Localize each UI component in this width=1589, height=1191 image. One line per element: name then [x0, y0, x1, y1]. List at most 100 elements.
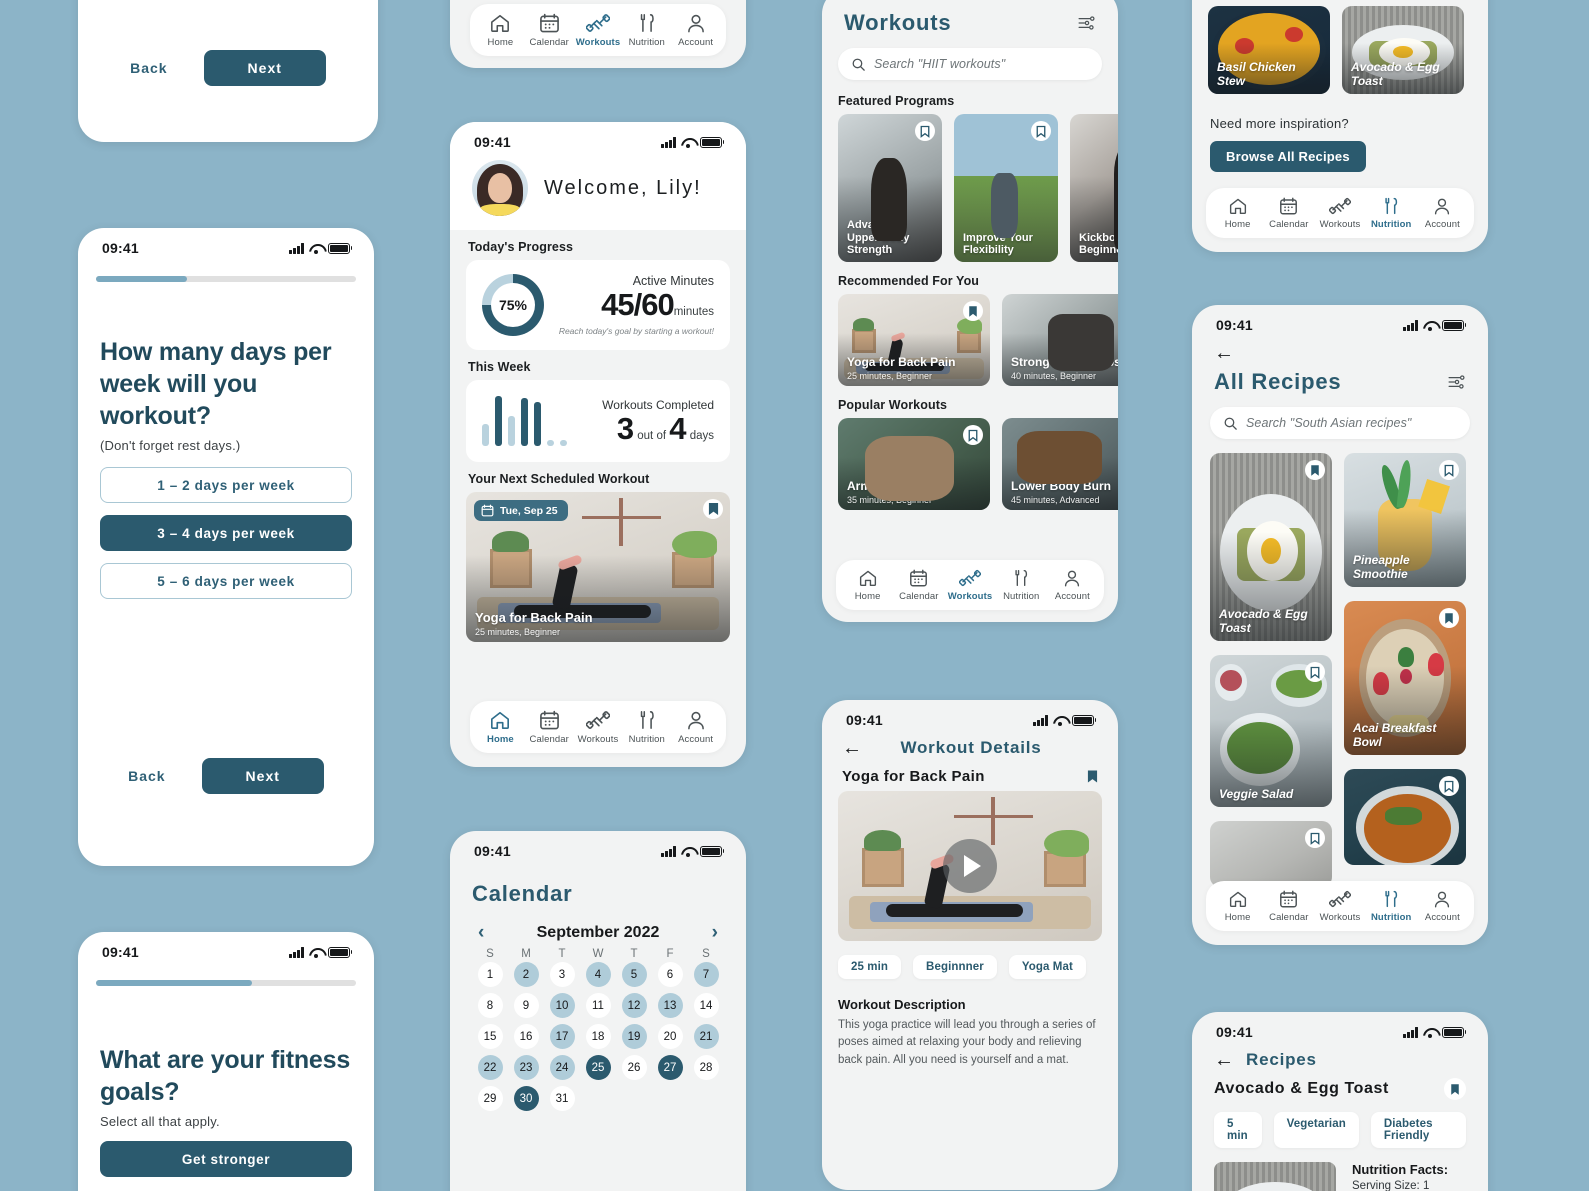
calendar-day[interactable]: 9 — [508, 993, 544, 1018]
calendar-day[interactable]: 30 — [508, 1086, 544, 1111]
next-button[interactable]: Next — [203, 50, 326, 86]
bookmark-button[interactable] — [1439, 608, 1459, 628]
calendar-day[interactable]: 6 — [652, 962, 688, 987]
nav-account[interactable]: Account — [671, 710, 720, 745]
calendar-day[interactable]: 16 — [508, 1024, 544, 1049]
recipe-card[interactable]: Acai Breakfast Bowl — [1344, 601, 1466, 755]
recipe-card[interactable]: Pineapple Smoothie — [1344, 453, 1466, 587]
nav-calendar[interactable]: Calendar — [525, 710, 574, 745]
nav-workouts[interactable]: Workouts — [1314, 890, 1365, 923]
option-3-4-days[interactable]: 3 – 4 days per week — [100, 515, 352, 551]
calendar-day[interactable]: 29 — [472, 1086, 508, 1111]
nav-nutrition[interactable]: Nutrition — [1366, 197, 1417, 230]
nav-home[interactable]: Home — [842, 569, 893, 602]
bookmark-button[interactable] — [703, 499, 723, 519]
calendar-day[interactable]: 25 — [580, 1055, 616, 1080]
program-card[interactable]: Kickboxing for Beginners — [1070, 114, 1118, 262]
calendar-day[interactable]: 31 — [544, 1086, 580, 1111]
nav-account[interactable]: Account — [671, 13, 720, 48]
calendar-day[interactable]: 24 — [544, 1055, 580, 1080]
recipe-card[interactable]: Veggie Salad — [1210, 655, 1332, 807]
recipe-card[interactable]: Avocado & Egg Toast — [1342, 6, 1464, 94]
next-month-button[interactable]: › — [712, 923, 718, 942]
option-get-stronger[interactable]: Get stronger — [100, 1141, 352, 1177]
bookmark-button[interactable] — [1031, 121, 1051, 141]
bookmark-button[interactable] — [963, 425, 983, 445]
back-button[interactable]: Back — [128, 768, 165, 784]
bookmark-button[interactable] — [1439, 776, 1459, 796]
nav-home[interactable]: Home — [1212, 890, 1263, 923]
calendar-day[interactable]: 21 — [688, 1024, 724, 1049]
nav-calendar[interactable]: Calendar — [1263, 890, 1314, 923]
calendar-day[interactable]: 23 — [508, 1055, 544, 1080]
nav-home[interactable]: Home — [476, 13, 525, 48]
browse-all-recipes-button[interactable]: Browse All Recipes — [1210, 141, 1366, 172]
calendar-day[interactable]: 26 — [616, 1055, 652, 1080]
sliders-icon[interactable] — [1448, 375, 1466, 389]
calendar-day[interactable]: 17 — [544, 1024, 580, 1049]
bookmark-button[interactable] — [915, 121, 935, 141]
nav-calendar[interactable]: Calendar — [1263, 197, 1314, 230]
calendar-day[interactable]: 4 — [580, 962, 616, 987]
program-card[interactable]: Improve Your Flexibility — [954, 114, 1058, 262]
calendar-day[interactable]: 12 — [616, 993, 652, 1018]
calendar-day[interactable]: 10 — [544, 993, 580, 1018]
workout-video[interactable] — [838, 791, 1102, 941]
back-button[interactable]: ← — [1192, 337, 1488, 363]
search-input[interactable]: Search "South Asian recipes" — [1210, 407, 1470, 439]
nav-workouts[interactable]: Workouts — [574, 710, 623, 745]
bookmark-button[interactable] — [1305, 460, 1325, 480]
calendar-day[interactable]: 5 — [616, 962, 652, 987]
nav-workouts[interactable]: Workouts — [944, 569, 995, 602]
bookmark-button[interactable] — [963, 301, 983, 321]
bookmark-button[interactable] — [1305, 662, 1325, 682]
workout-card[interactable]: Arms & Shoulders 35 minutes, Beginner — [838, 418, 990, 510]
nav-account[interactable]: Account — [1417, 197, 1468, 230]
nav-home[interactable]: Home — [1212, 197, 1263, 230]
calendar-day[interactable]: 18 — [580, 1024, 616, 1049]
calendar-day[interactable]: 8 — [472, 993, 508, 1018]
option-1-2-days[interactable]: 1 – 2 days per week — [100, 467, 352, 503]
bookmark-button[interactable] — [1439, 460, 1459, 480]
calendar-day[interactable]: 7 — [688, 962, 724, 987]
recipe-card[interactable]: Avocado & Egg Toast — [1210, 453, 1332, 641]
recipe-card[interactable] — [1344, 769, 1466, 865]
workout-card[interactable]: Strong Arms & Abs 40 minutes, Beginner — [1002, 294, 1118, 386]
bookmark-filled-icon[interactable] — [1087, 769, 1098, 784]
back-button[interactable]: ← — [1214, 1050, 1234, 1070]
back-button[interactable]: Back — [130, 60, 167, 76]
program-card[interactable]: Advanced Upper Body Strength — [838, 114, 942, 262]
calendar-day[interactable]: 15 — [472, 1024, 508, 1049]
nav-workouts[interactable]: Workouts — [1314, 197, 1365, 230]
nav-account[interactable]: Account — [1047, 569, 1098, 602]
option-5-6-days[interactable]: 5 – 6 days per week — [100, 563, 352, 599]
calendar-day[interactable]: 22 — [472, 1055, 508, 1080]
back-button[interactable]: ← — [842, 738, 862, 758]
calendar-day[interactable]: 13 — [652, 993, 688, 1018]
calendar-day[interactable]: 19 — [616, 1024, 652, 1049]
recipe-card[interactable]: Basil Chicken Stew — [1208, 6, 1330, 94]
play-button[interactable] — [943, 839, 997, 893]
calendar-day[interactable]: 1 — [472, 962, 508, 987]
calendar-day[interactable]: 11 — [580, 993, 616, 1018]
next-button[interactable]: Next — [201, 758, 324, 794]
bookmark-button[interactable] — [1444, 1078, 1466, 1100]
calendar-day[interactable]: 27 — [652, 1055, 688, 1080]
search-input[interactable]: Search "HIIT workouts" — [838, 48, 1102, 80]
calendar-day[interactable]: 3 — [544, 962, 580, 987]
next-workout-card[interactable]: Tue, Sep 25 Yoga for Back Pain 25 minute… — [466, 492, 730, 642]
sliders-icon[interactable] — [1078, 16, 1096, 30]
nav-home[interactable]: Home — [476, 710, 525, 745]
nav-calendar[interactable]: Calendar — [525, 13, 574, 48]
calendar-day[interactable]: 14 — [688, 993, 724, 1018]
nav-nutrition[interactable]: Nutrition — [996, 569, 1047, 602]
calendar-day[interactable]: 28 — [688, 1055, 724, 1080]
bookmark-button[interactable] — [1305, 828, 1325, 848]
prev-month-button[interactable]: ‹ — [478, 923, 484, 942]
nav-workouts[interactable]: Workouts — [574, 13, 623, 48]
nav-calendar[interactable]: Calendar — [893, 569, 944, 602]
workout-card[interactable]: Yoga for Back Pain 25 minutes, Beginner — [838, 294, 990, 386]
calendar-day[interactable]: 20 — [652, 1024, 688, 1049]
calendar-day[interactable]: 2 — [508, 962, 544, 987]
nav-nutrition[interactable]: Nutrition — [622, 13, 671, 48]
